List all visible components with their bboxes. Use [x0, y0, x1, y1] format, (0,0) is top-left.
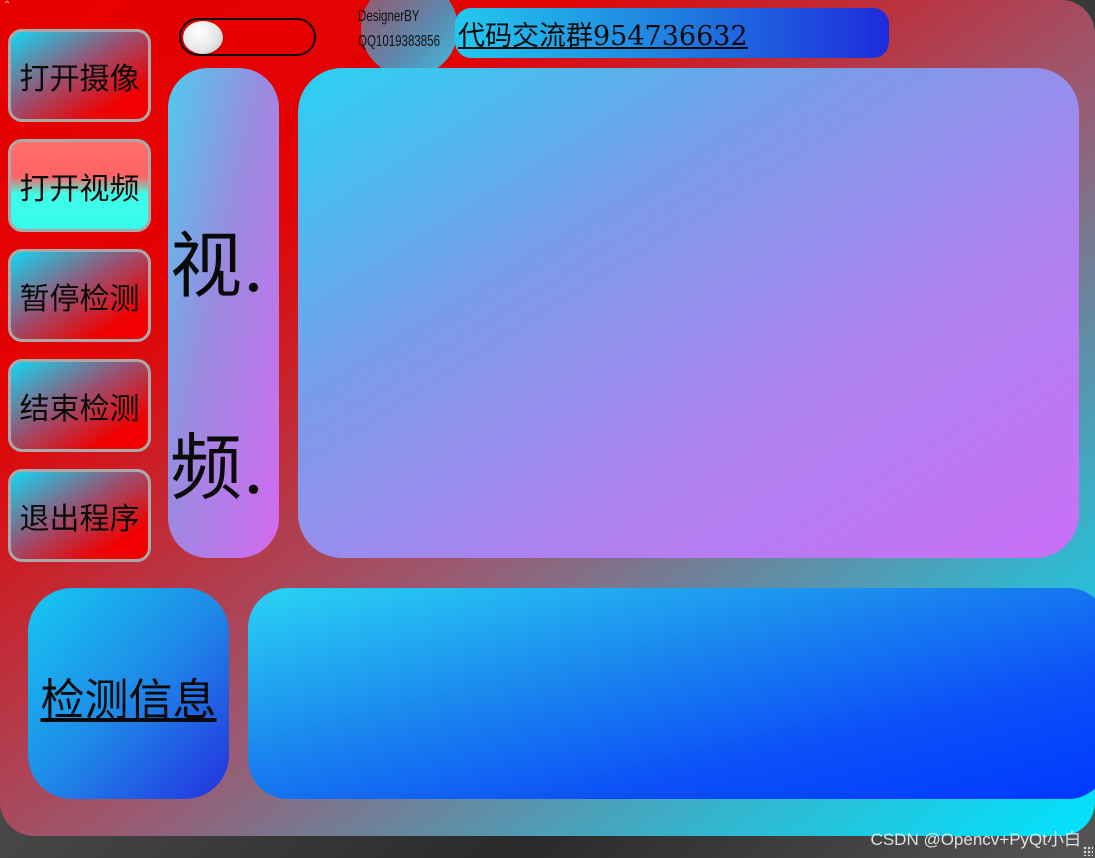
open-video-label: 打开视频: [19, 171, 140, 207]
designer-line-1: DesignerBY: [358, 8, 420, 25]
toggle-knob[interactable]: [183, 21, 223, 54]
designer-credit: DesignerBY QQ1019383856: [358, 4, 440, 54]
group-link[interactable]: 代码交流群954736632: [458, 14, 748, 53]
designer-line-2: QQ1019383856: [358, 33, 440, 50]
exit-program-label: 退出程序: [19, 501, 140, 537]
open-camera-button[interactable]: 打开摄像: [8, 29, 151, 122]
video-display: [298, 68, 1079, 558]
detection-info-label: 检测信息: [40, 675, 217, 726]
window-corner-icon: ⌃: [2, 0, 12, 11]
open-camera-label: 打开摄像: [19, 61, 140, 97]
toggle-switch[interactable]: [179, 18, 316, 56]
exit-program-button[interactable]: 退出程序: [8, 469, 151, 562]
stop-detection-label: 结束检测: [19, 391, 140, 427]
detection-info-display: [248, 588, 1095, 799]
video-label-char-1: 视.: [170, 224, 265, 308]
pause-detection-button[interactable]: 暂停检测: [8, 249, 151, 342]
open-video-button[interactable]: 打开视频: [8, 139, 151, 232]
video-label-char-2: 频.: [170, 426, 265, 510]
stop-detection-button[interactable]: 结束检测: [8, 359, 151, 452]
resize-grip-icon[interactable]: [1083, 846, 1093, 856]
main-window: 打开摄像 打开视频 暂停检测 结束检测 退出程序 DesignerBY QQ10…: [0, 0, 1095, 836]
pause-detection-label: 暂停检测: [19, 281, 140, 317]
csdn-watermark: CSDN @Opencv+PyQt小白: [870, 830, 1081, 849]
